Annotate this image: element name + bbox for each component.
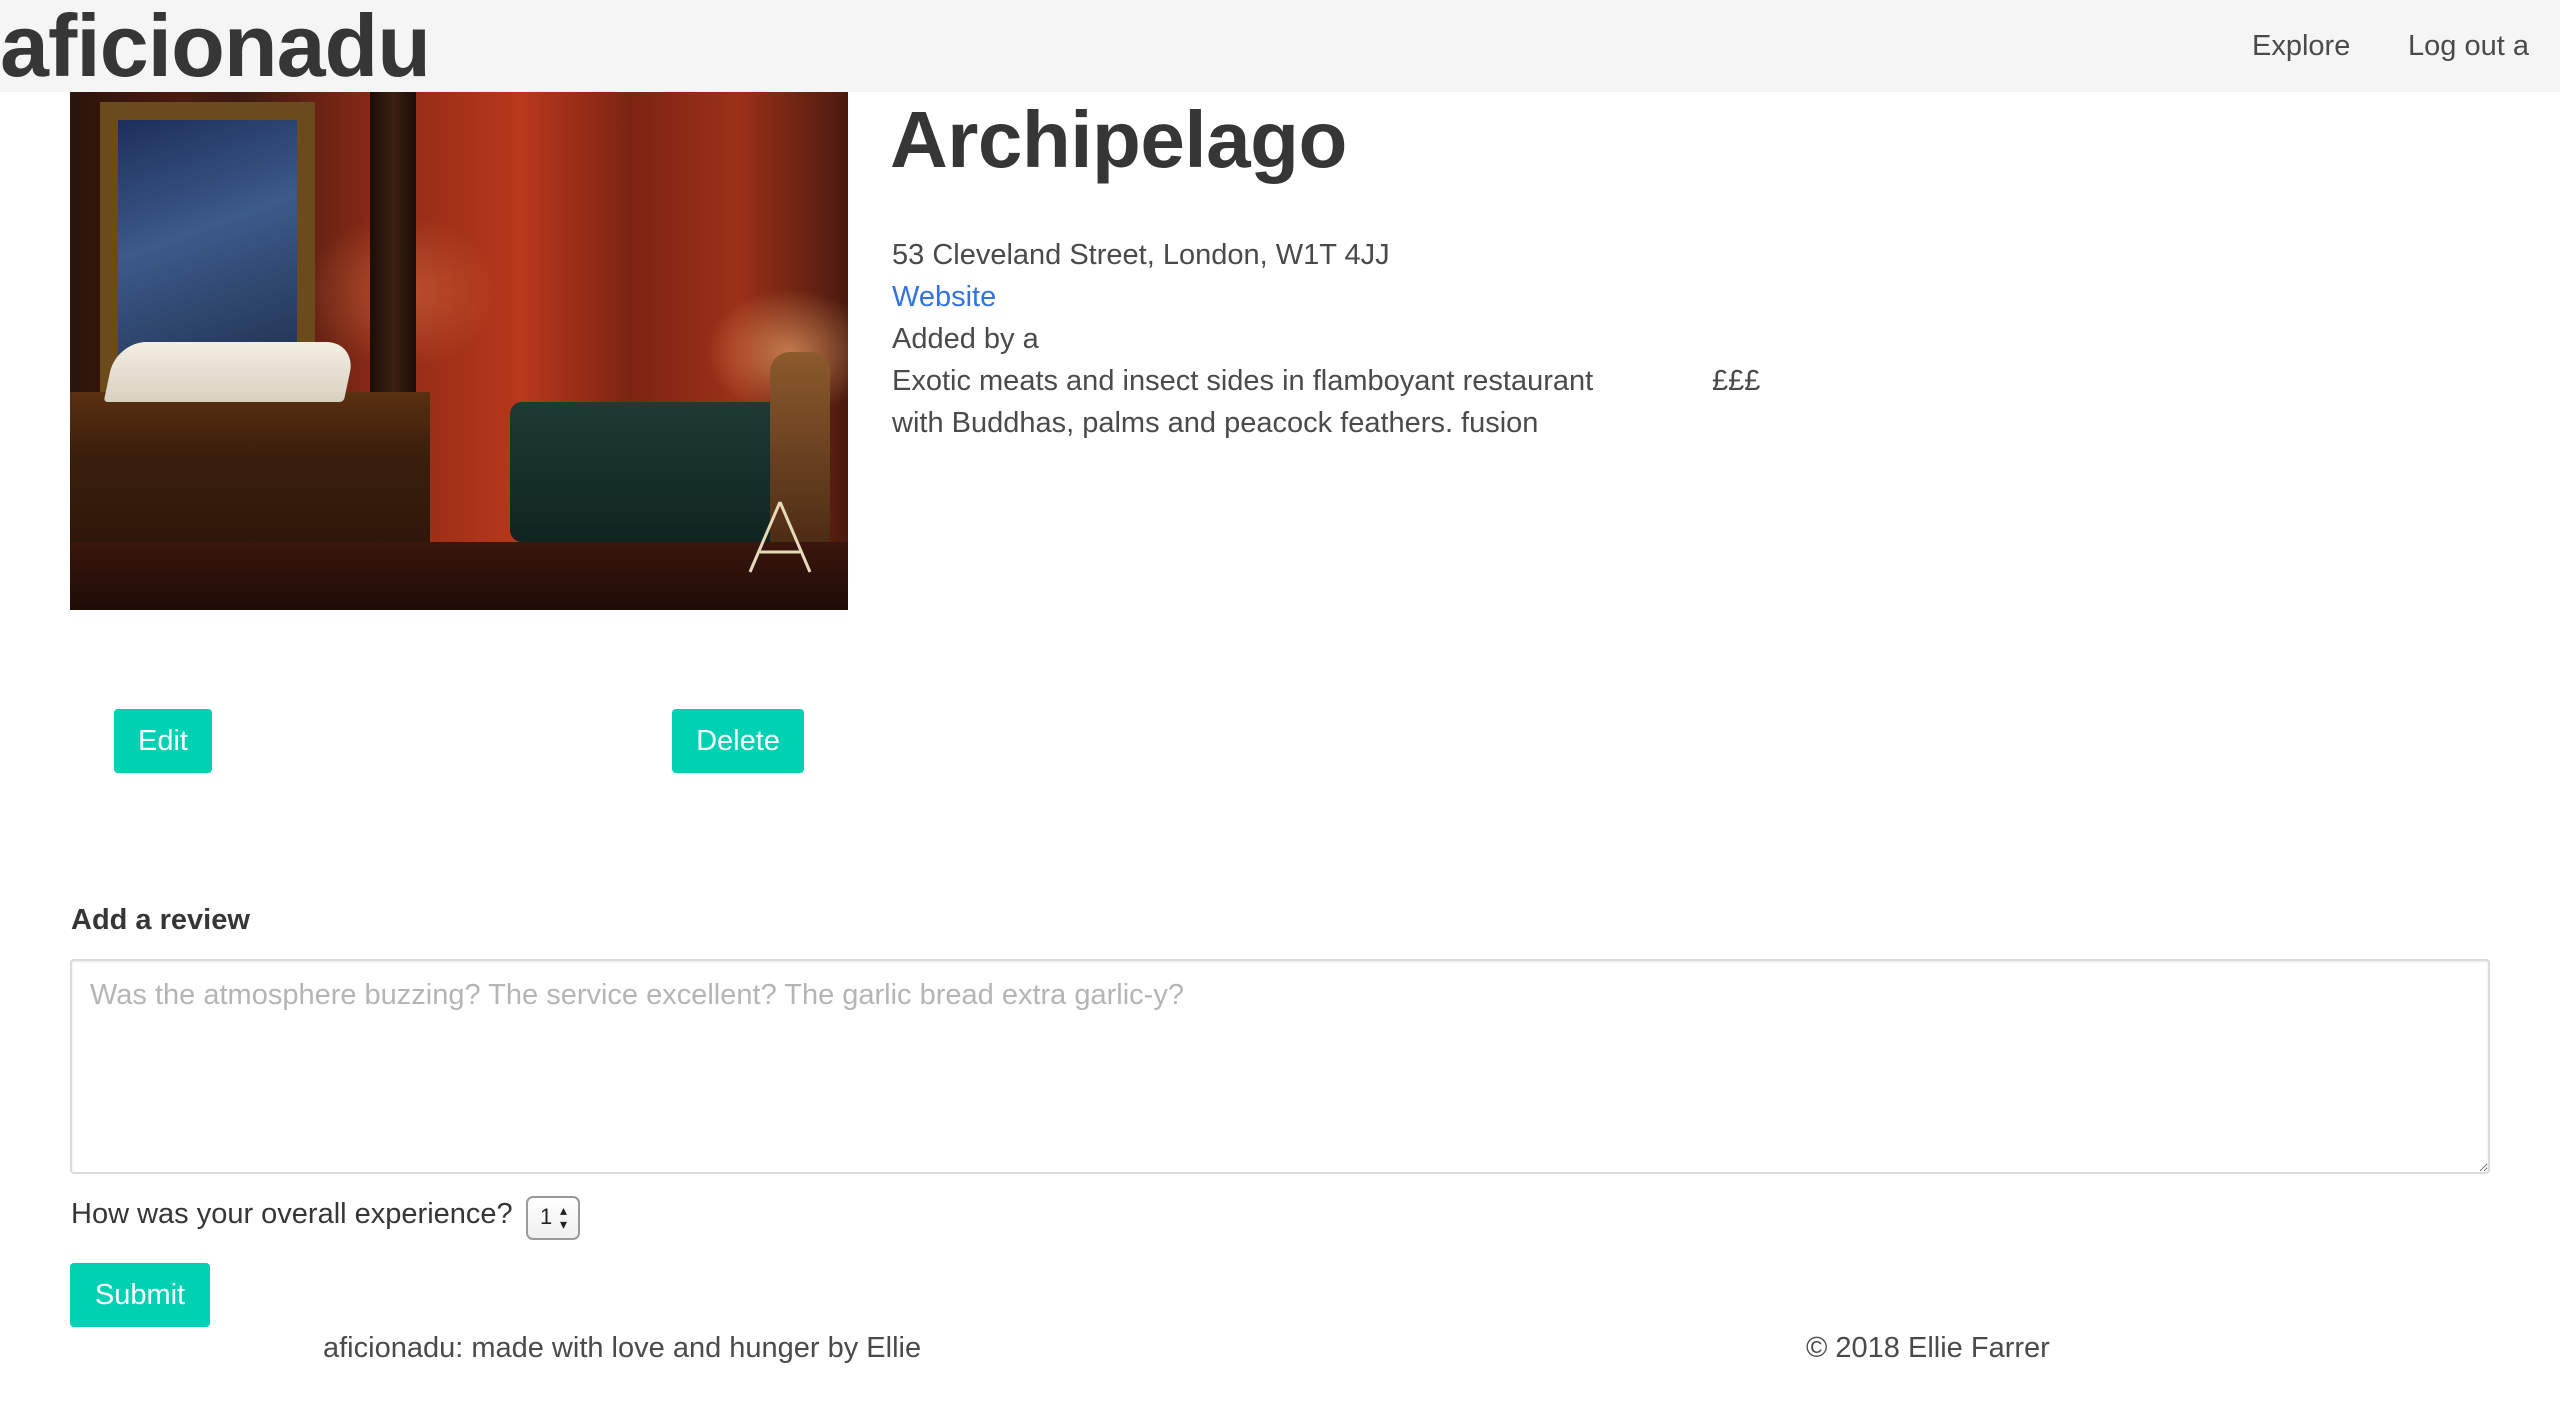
added-by-text: Added by a bbox=[892, 323, 1039, 355]
restaurant-description: Exotic meats and insect sides in flamboy… bbox=[892, 365, 1594, 439]
experience-label: How was your overall experience? bbox=[71, 1198, 513, 1230]
footer-copyright: © 2018 Ellie Farrer bbox=[1806, 1332, 2050, 1364]
navbar: aficionadu Explore Log out a bbox=[0, 0, 2560, 92]
nav-logout-link[interactable]: Log out a bbox=[2408, 0, 2529, 92]
nav-explore-link[interactable]: Explore bbox=[2252, 0, 2350, 92]
chevron-up-down-icon: ▴ ▾ bbox=[560, 1202, 568, 1232]
edit-button[interactable]: Edit bbox=[114, 709, 212, 773]
delete-button[interactable]: Delete bbox=[672, 709, 804, 773]
rating-select[interactable]: 1 ▴ ▾ bbox=[526, 1196, 580, 1240]
restaurant-photo bbox=[70, 92, 848, 610]
submit-button[interactable]: Submit bbox=[70, 1263, 210, 1327]
review-textarea[interactable] bbox=[70, 959, 2490, 1174]
restaurant-address: 53 Cleveland Street, London, W1T 4JJ bbox=[892, 239, 1390, 271]
review-heading: Add a review bbox=[71, 904, 250, 936]
restaurant-logo-watermark bbox=[748, 501, 812, 573]
footer-credit: aficionadu: made with love and hunger by… bbox=[323, 1332, 922, 1364]
price-level: £££ bbox=[1712, 365, 1761, 397]
brand-logo-link[interactable]: aficionadu bbox=[0, 0, 431, 92]
restaurant-name: Archipelago bbox=[890, 95, 1347, 184]
photo-book bbox=[103, 342, 357, 402]
restaurant-website-link[interactable]: Website bbox=[892, 276, 996, 318]
rating-select-value: 1 bbox=[540, 1204, 553, 1229]
